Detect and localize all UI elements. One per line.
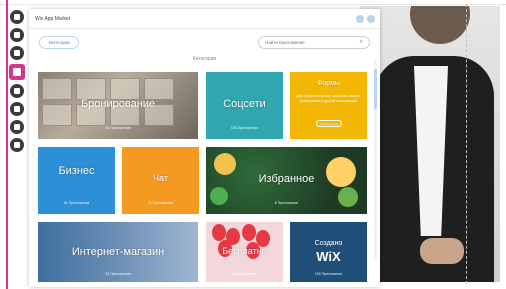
- add-icon[interactable]: [10, 46, 24, 60]
- tile-title: Соцсети: [223, 98, 266, 110]
- scrollbar-thumb[interactable]: [374, 69, 377, 109]
- blog-icon[interactable]: [10, 138, 24, 152]
- help-icon[interactable]: [356, 15, 364, 23]
- category-tile-booking[interactable]: Бронирование 64 Приложения: [38, 72, 198, 139]
- top-guide-line: [0, 4, 506, 5]
- tile-title: Чат: [153, 173, 168, 183]
- publish-icon[interactable]: [10, 102, 24, 116]
- tile-title: Интернет-магазин: [71, 246, 165, 258]
- categories-button[interactable]: Категории: [39, 35, 79, 49]
- site-photo-man: [360, 6, 500, 282]
- dashed-guide-line: [466, 4, 467, 284]
- app-market-panel: Wix App Market Категории ⌕ Категории Бро…: [29, 9, 380, 287]
- tile-count: 51 Приложения: [63, 201, 90, 205]
- category-tile-free[interactable]: Бесплатно 46 Приложения: [206, 222, 283, 282]
- tile-count: 8 Приложения: [274, 201, 299, 205]
- panel-title: Wix App Market: [35, 15, 71, 22]
- tile-description: Для сбора контактов, запросов, заявок, р…: [296, 94, 361, 103]
- tile-count: 46 Приложения: [231, 272, 258, 276]
- category-tile-business[interactable]: Бизнес 51 Приложения: [38, 147, 115, 214]
- search-input[interactable]: [265, 39, 355, 45]
- tile-title-line1: Создано: [314, 240, 343, 247]
- tile-title: Бронирование: [80, 98, 156, 110]
- panel-header: Wix App Market: [29, 9, 380, 29]
- tile-title-line2: WiX: [316, 249, 341, 264]
- category-tile-online-store[interactable]: Интернет-магазин 53 Приложения: [38, 222, 198, 282]
- search-icon[interactable]: ⌕: [360, 39, 363, 46]
- tile-count: 100 Приложения: [314, 272, 343, 276]
- pages-icon[interactable]: [10, 10, 24, 24]
- tile-title: Бизнес: [58, 165, 95, 177]
- tile-count: 53 Приложения: [105, 272, 131, 276]
- app-market-icon[interactable]: [9, 64, 25, 80]
- tile-title: Формы: [317, 80, 340, 87]
- category-tile-social[interactable]: Соцсети 108 Приложения: [206, 72, 283, 139]
- section-label: Категории: [192, 56, 217, 62]
- tile-count: 11 Приложения: [147, 201, 174, 205]
- category-tile-chat[interactable]: Чат 11 Приложения: [122, 147, 199, 214]
- background-icon[interactable]: [10, 28, 24, 42]
- close-icon[interactable]: [367, 15, 375, 23]
- forms-apps-button[interactable]: Приложения: [316, 120, 342, 127]
- search-field[interactable]: ⌕: [258, 35, 370, 49]
- tile-title: Бесплатно: [222, 246, 267, 256]
- category-tile-featured[interactable]: Избранное 8 Приложения: [206, 147, 367, 214]
- category-tile-made-by-wix[interactable]: Создано WiX 100 Приложения: [290, 222, 367, 282]
- tile-count: 108 Приложения: [230, 126, 259, 130]
- upload-icon[interactable]: [10, 84, 24, 98]
- tile-title: Избранное: [258, 173, 315, 185]
- category-tile-forms[interactable]: Формы Для сбора контактов, запросов, зая…: [290, 72, 367, 139]
- left-toolbar: [8, 10, 26, 160]
- bag-icon[interactable]: [10, 120, 24, 134]
- search-row: Категории ⌕: [29, 29, 380, 55]
- tile-count: 64 Приложения: [105, 126, 131, 130]
